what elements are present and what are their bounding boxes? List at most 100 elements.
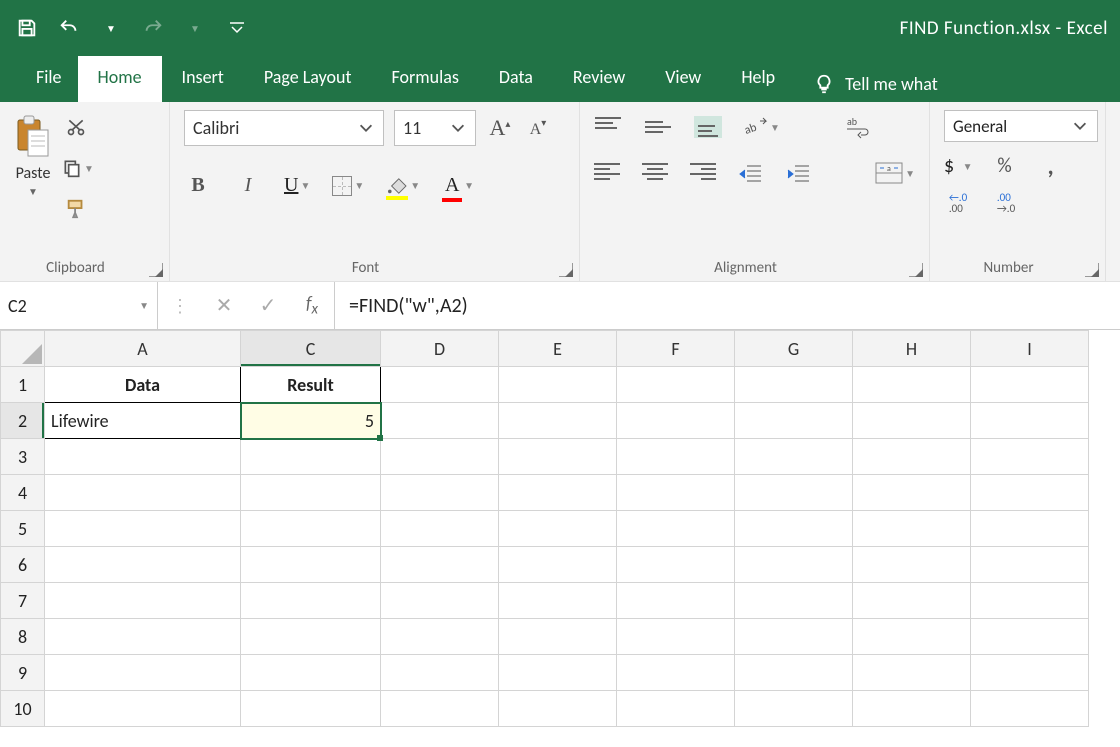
cell[interactable]	[45, 511, 241, 547]
italic-button[interactable]: I	[234, 175, 262, 197]
wrap-text-icon[interactable]: ab	[844, 116, 872, 138]
clipboard-launcher-icon[interactable]	[149, 263, 163, 277]
redo-icon[interactable]	[138, 13, 168, 43]
row-header-1[interactable]: 1	[1, 367, 45, 403]
cell[interactable]	[499, 691, 617, 727]
fx-icon[interactable]: fx	[290, 282, 334, 329]
tab-data[interactable]: Data	[479, 56, 553, 102]
tab-formulas[interactable]: Formulas	[372, 56, 479, 102]
row-header-2[interactable]: 2	[1, 403, 45, 439]
cell[interactable]	[735, 583, 853, 619]
tab-home[interactable]: Home	[78, 56, 162, 102]
col-header-A[interactable]: A	[45, 331, 241, 367]
cell[interactable]	[853, 403, 971, 439]
cell[interactable]	[853, 655, 971, 691]
font-size-combo[interactable]: 11	[394, 110, 476, 146]
save-icon[interactable]	[12, 13, 42, 43]
copy-dropdown-icon[interactable]: ▼	[84, 162, 94, 175]
cell[interactable]	[971, 403, 1089, 439]
cell[interactable]	[45, 475, 241, 511]
cell[interactable]	[499, 475, 617, 511]
cell[interactable]	[735, 439, 853, 475]
percent-format-button[interactable]: %	[991, 155, 1019, 177]
align-left-icon[interactable]	[594, 162, 620, 184]
cell[interactable]	[381, 439, 499, 475]
cell[interactable]	[853, 691, 971, 727]
cell[interactable]	[853, 511, 971, 547]
cell-A2[interactable]: Lifewire	[45, 403, 241, 439]
undo-icon[interactable]	[54, 13, 84, 43]
row-header-8[interactable]: 8	[1, 619, 45, 655]
cell[interactable]	[853, 547, 971, 583]
cell-C1[interactable]: Result	[241, 367, 381, 403]
row-header-7[interactable]: 7	[1, 583, 45, 619]
cell[interactable]	[241, 583, 381, 619]
name-box-dropdown-icon[interactable]: ▼	[139, 299, 149, 312]
align-middle-icon[interactable]	[644, 116, 672, 138]
cell[interactable]	[971, 439, 1089, 475]
cell[interactable]	[735, 691, 853, 727]
paste-button[interactable]: Paste ▼	[14, 110, 52, 220]
cell[interactable]	[381, 655, 499, 691]
cell[interactable]	[617, 403, 735, 439]
cell[interactable]	[381, 403, 499, 439]
cell[interactable]	[971, 691, 1089, 727]
fill-color-button[interactable]: ▼	[386, 177, 420, 195]
cell[interactable]	[381, 583, 499, 619]
col-header-C[interactable]: C	[241, 331, 381, 367]
cell[interactable]	[381, 691, 499, 727]
cell[interactable]	[45, 655, 241, 691]
cell[interactable]	[971, 475, 1089, 511]
undo-dropdown-icon[interactable]: ▼	[96, 13, 126, 43]
cell[interactable]	[617, 583, 735, 619]
cell[interactable]	[735, 367, 853, 403]
tab-review[interactable]: Review	[553, 56, 645, 102]
number-launcher-icon[interactable]	[1085, 263, 1099, 277]
col-header-D[interactable]: D	[381, 331, 499, 367]
font-color-button[interactable]: A ▼	[442, 174, 474, 197]
paste-dropdown-icon[interactable]: ▼	[28, 185, 38, 198]
merge-center-button[interactable]: a ▼	[875, 162, 915, 184]
cell[interactable]	[45, 619, 241, 655]
cell[interactable]	[499, 403, 617, 439]
cell[interactable]	[971, 547, 1089, 583]
align-bottom-icon[interactable]	[694, 116, 722, 138]
tab-page-layout[interactable]: Page Layout	[244, 56, 372, 102]
cell[interactable]	[381, 511, 499, 547]
cell[interactable]	[617, 511, 735, 547]
cell[interactable]	[45, 439, 241, 475]
redo-dropdown-icon[interactable]: ▼	[180, 13, 210, 43]
col-header-G[interactable]: G	[735, 331, 853, 367]
tab-insert[interactable]: Insert	[162, 56, 244, 102]
cell[interactable]	[735, 655, 853, 691]
cell[interactable]	[735, 619, 853, 655]
cell[interactable]	[499, 583, 617, 619]
cell[interactable]	[853, 619, 971, 655]
cell[interactable]	[241, 475, 381, 511]
underline-button[interactable]: U▼	[284, 174, 310, 197]
cell[interactable]	[971, 367, 1089, 403]
cell[interactable]	[971, 619, 1089, 655]
cell[interactable]	[617, 439, 735, 475]
cell-A1[interactable]: Data	[45, 367, 241, 403]
cell[interactable]	[381, 619, 499, 655]
cell-C2[interactable]: 5	[241, 403, 381, 439]
cell[interactable]	[617, 475, 735, 511]
align-right-icon[interactable]	[690, 162, 716, 184]
cell[interactable]	[499, 547, 617, 583]
tell-me[interactable]: Tell me what	[795, 56, 938, 102]
borders-button[interactable]: ▼	[332, 176, 364, 196]
cell[interactable]	[499, 619, 617, 655]
name-box[interactable]: C2 ▼	[0, 282, 158, 329]
cell[interactable]	[735, 403, 853, 439]
cell[interactable]	[853, 583, 971, 619]
row-header-6[interactable]: 6	[1, 547, 45, 583]
col-header-F[interactable]: F	[617, 331, 735, 367]
cell[interactable]	[241, 619, 381, 655]
row-header-9[interactable]: 9	[1, 655, 45, 691]
cell[interactable]	[499, 367, 617, 403]
number-format-combo[interactable]: General	[944, 110, 1098, 142]
row-header-4[interactable]: 4	[1, 475, 45, 511]
cell[interactable]	[971, 655, 1089, 691]
cell[interactable]	[735, 511, 853, 547]
